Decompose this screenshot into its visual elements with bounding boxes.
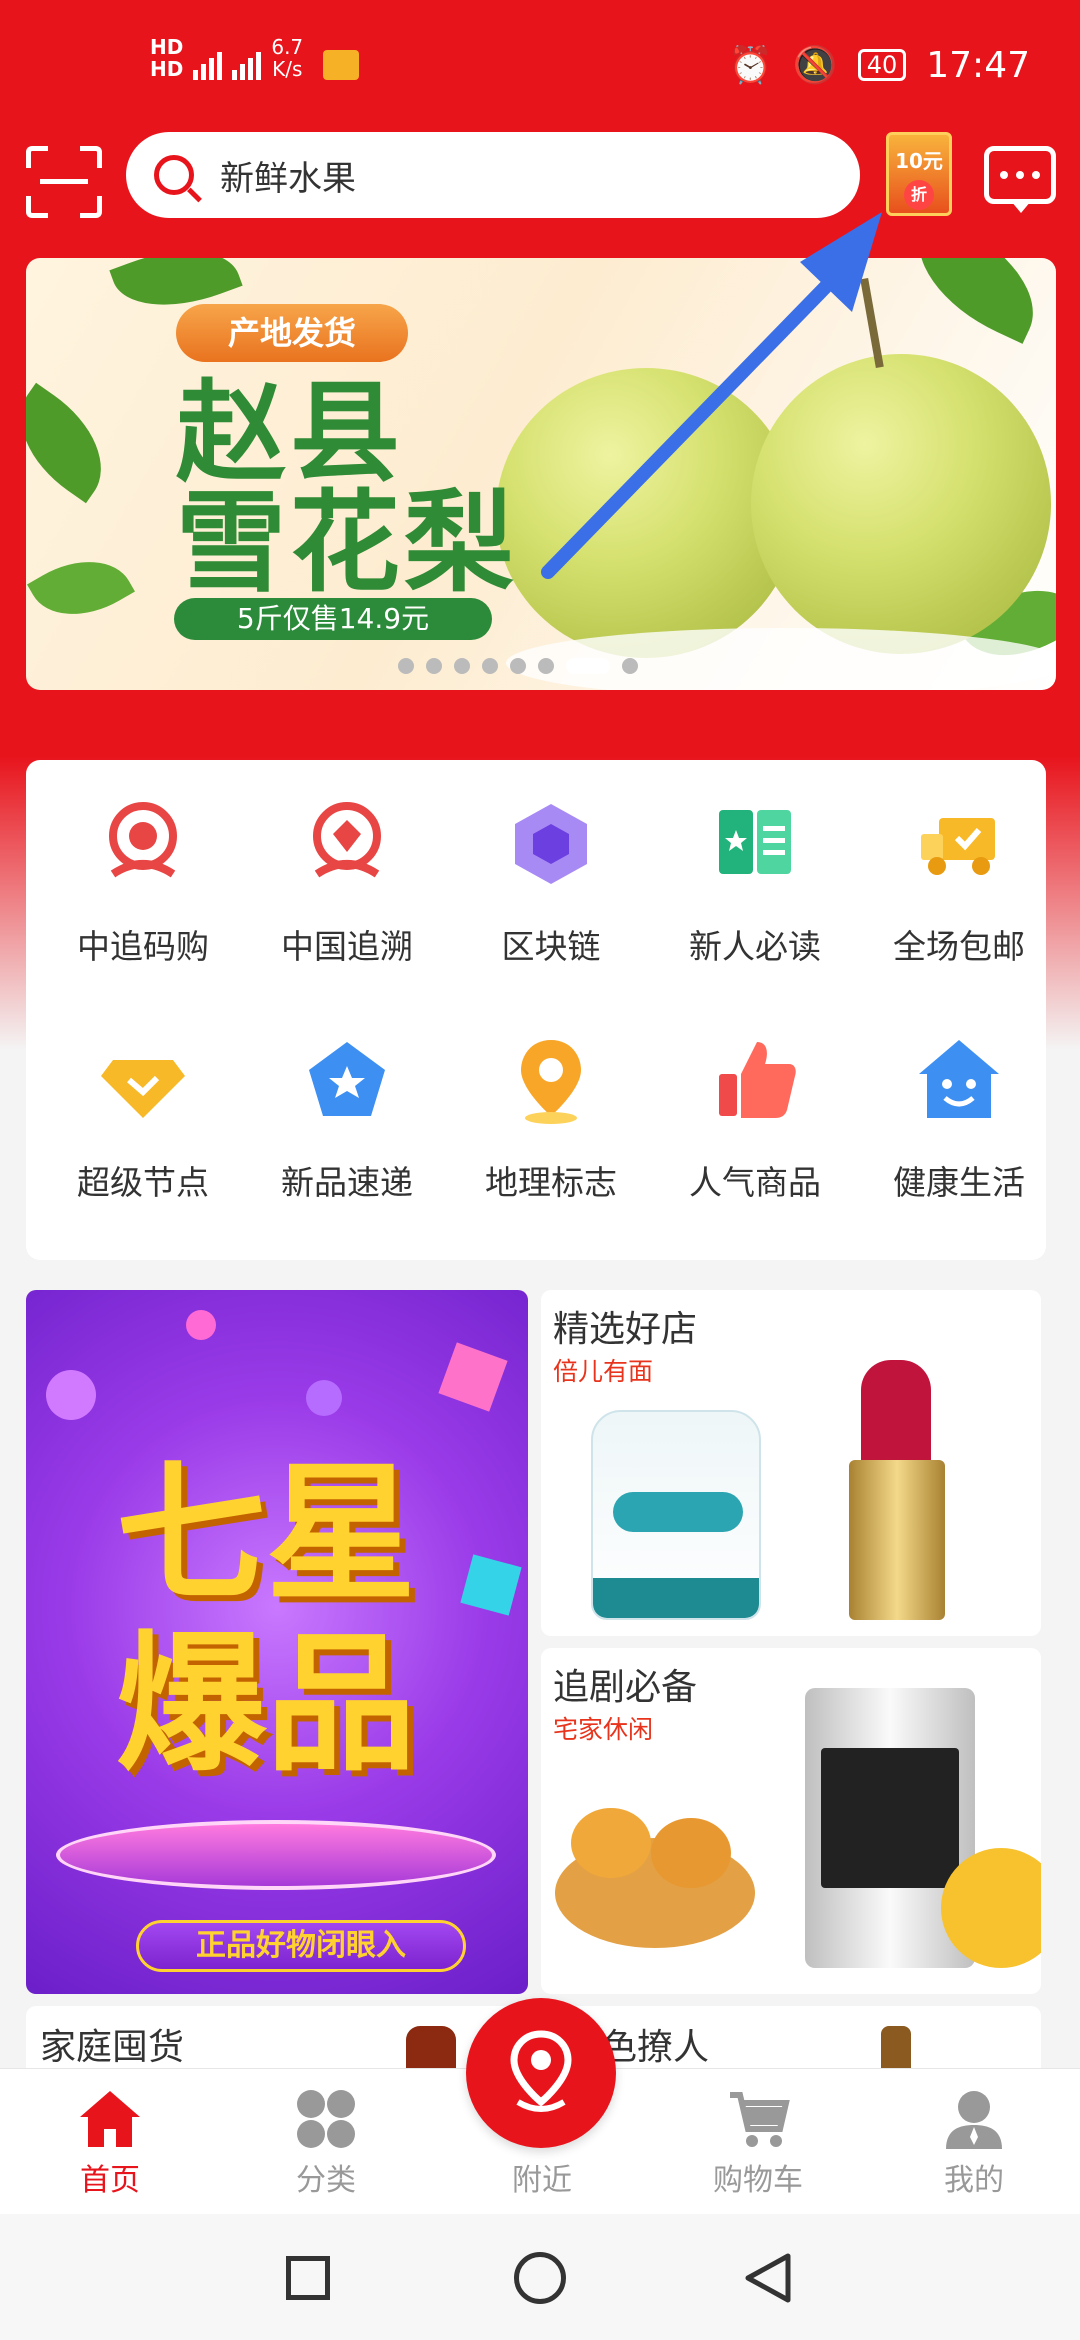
lipstick-product-image [861, 1360, 931, 1470]
grid-item-healthy-life[interactable]: 健康生活 [857, 996, 1061, 1202]
status-bar: HD HD 6.7 K/s ⏰ 🔕 40 17:47 [0, 0, 1080, 130]
banner-title: 赵县 雪花梨 [176, 369, 518, 607]
shop-title: 精选好店 [553, 1309, 698, 1350]
search-bar[interactable]: 新鲜水果 [126, 132, 860, 218]
coupon-amount: 10元 [895, 149, 943, 173]
decor-cube [460, 1554, 522, 1616]
profile-icon [942, 2087, 1006, 2151]
status-left: HD HD 6.7 K/s [150, 35, 360, 81]
grid-item-super-node[interactable]: 超级节点 [41, 996, 245, 1202]
diamond-emblem-icon [297, 794, 397, 894]
recent-apps-icon[interactable] [286, 2256, 330, 2300]
towel-product-image [591, 1410, 761, 1620]
battery-icon: 40 [857, 49, 907, 81]
blockchain-cube-icon [501, 794, 601, 894]
signal-2-icon [232, 44, 262, 80]
home-circle-icon[interactable] [514, 2252, 566, 2304]
leaf-decoration [27, 539, 135, 637]
location-pin-icon [510, 2030, 572, 2112]
grid-item-geo-mark[interactable]: 地理标志 [449, 996, 653, 1202]
nav-home[interactable]: 首页 [10, 2069, 210, 2215]
signal-1-icon [193, 44, 223, 80]
network-speed: 6.7 K/s [271, 35, 304, 81]
grid-item-popular[interactable]: 人气商品 [653, 996, 857, 1202]
carousel-dots [398, 658, 638, 674]
grid-item-new-arrivals[interactable]: 新品速递 [245, 996, 449, 1202]
back-icon[interactable] [740, 2250, 796, 2306]
grid-item-zhongzhuima[interactable]: 中追码购 [41, 760, 245, 966]
drama-subtitle: 宅家休闲 [553, 1715, 654, 1744]
star-tag-icon [297, 1030, 397, 1130]
pastry-image [571, 1808, 651, 1878]
grid-item-china-trace[interactable]: 中国追溯 [245, 760, 449, 966]
category-grid: 中追码购 中国追溯 区块链 新人必读 全场包邮 超级节点 新品速递 地理标志 人… [26, 760, 1046, 1260]
status-time: 17:47 [926, 44, 1030, 86]
nearby-center-button[interactable] [466, 1998, 616, 2148]
grid-item-blockchain[interactable]: 区块链 [449, 760, 653, 966]
banner-tag: 产地发货 [176, 304, 408, 362]
beauty-title: 色撩人 [601, 2027, 710, 2068]
decor-ball [186, 1310, 216, 1340]
featured-shop-card[interactable]: 精选好店 倍儿有面 [541, 1290, 1041, 1636]
nav-profile[interactable]: 我的 [874, 2069, 1074, 2215]
home-icon [78, 2087, 142, 2151]
promo-stage [56, 1820, 496, 1890]
category-grid-icon [294, 2087, 358, 2151]
family-title: 家庭囤货 [40, 2027, 185, 2068]
decor-cube [438, 1342, 508, 1412]
leaf-decoration [895, 258, 1056, 344]
decor-ball [46, 1370, 96, 1420]
shop-subtitle: 倍儿有面 [553, 1357, 654, 1386]
banner-price: 5斤仅售14.9元 [174, 598, 492, 640]
status-right: ⏰ 🔕 40 17:47 [728, 44, 1030, 87]
drama-title: 追剧必备 [553, 1667, 698, 1708]
pastry-image [651, 1818, 731, 1888]
pear-image [751, 354, 1051, 654]
pear-stem [860, 277, 884, 369]
notification-app-icon [323, 50, 360, 80]
cart-icon [726, 2087, 790, 2151]
promo-banner[interactable]: 产地发货 赵县 雪花梨 5斤仅售14.9元 [26, 258, 1056, 690]
message-icon[interactable] [984, 146, 1056, 213]
leaf-decoration [26, 382, 127, 504]
grid-item-newcomer[interactable]: 新人必读 [653, 760, 857, 966]
mute-icon: 🔕 [792, 45, 838, 86]
scan-icon[interactable] [26, 146, 102, 218]
alarm-icon: ⏰ [728, 45, 773, 86]
decor-ball [306, 1380, 342, 1416]
coupon-button[interactable]: 10元 折 [886, 132, 952, 216]
delivery-truck-icon [909, 794, 1009, 894]
location-pin-icon [501, 1030, 601, 1130]
system-nav-bar [0, 2214, 1080, 2340]
coupon-badge: 折 [904, 180, 934, 210]
promo-big-text: 七星 爆品 [116, 1448, 417, 1792]
badge-emblem-icon [93, 794, 193, 894]
lipstick-case [849, 1460, 945, 1620]
diamond-check-icon [93, 1030, 193, 1130]
search-icon [154, 155, 194, 195]
promo-button[interactable]: 正品好物闭眼入 [136, 1920, 466, 1972]
seven-star-promo[interactable]: 七星 爆品 正品好物闭眼入 [26, 1290, 528, 1994]
drama-snacks-card[interactable]: 追剧必备 宅家休闲 [541, 1648, 1041, 1994]
thumbs-up-icon [705, 1030, 805, 1130]
grid-item-free-shipping[interactable]: 全场包邮 [857, 760, 1061, 966]
hd-label: HD HD [150, 35, 184, 81]
smile-house-icon [909, 1030, 1009, 1130]
nav-category[interactable]: 分类 [226, 2069, 426, 2215]
nav-cart[interactable]: 购物车 [658, 2069, 858, 2215]
search-placeholder: 新鲜水果 [220, 158, 356, 199]
open-book-icon [705, 794, 805, 894]
